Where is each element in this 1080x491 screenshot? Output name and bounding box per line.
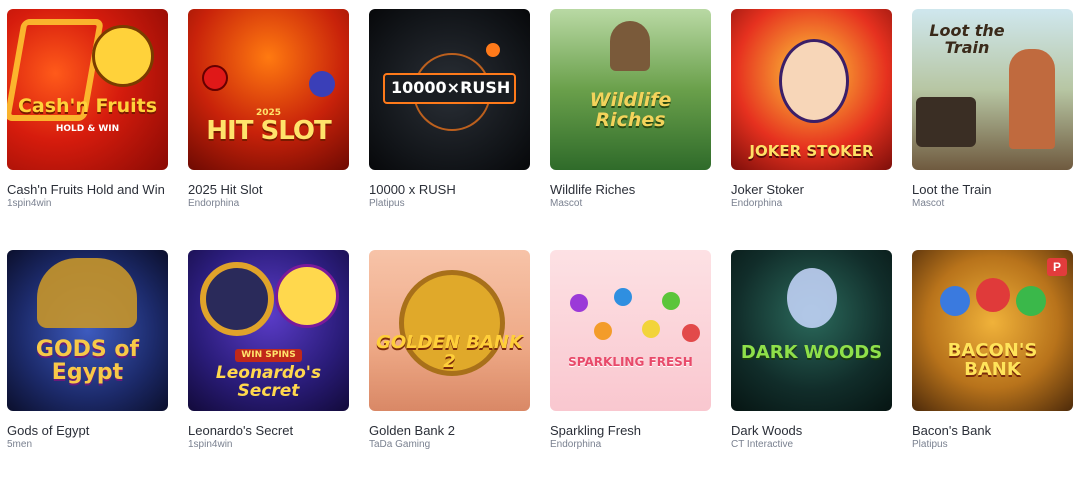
game-card[interactable]: GOLDEN BANK 2 Golden Bank 2 TaDa Gaming <box>369 250 530 491</box>
game-logo: Cash'n Fruits HOLD & WIN <box>17 95 158 134</box>
game-logo: 2025 HIT SLOT <box>206 108 331 147</box>
fruit-icon <box>570 294 588 312</box>
game-title[interactable]: Gods of Egypt <box>7 423 168 438</box>
game-card[interactable]: JOKER STOKER Joker Stoker Endorphina <box>731 9 892 250</box>
game-card[interactable]: 10000×RUSH 10000 x RUSH Platipus <box>369 9 530 250</box>
game-provider: Platipus <box>912 439 948 450</box>
gem-icon <box>200 262 274 336</box>
game-card[interactable]: GODS of Egypt Gods of Egypt 5men <box>7 250 168 491</box>
game-thumbnail[interactable]: GODS of Egypt <box>7 250 168 411</box>
game-card[interactable]: Wildlife Riches Wildlife Riches Mascot <box>550 9 711 250</box>
game-card[interactable]: WIN SPINS Leonardo's Secret Leonardo's S… <box>188 250 349 491</box>
game-title[interactable]: Wildlife Riches <box>550 182 711 197</box>
grape-icon <box>309 71 335 97</box>
game-card[interactable]: SPARKLING FRESH Sparkling Fresh Endorphi… <box>550 250 711 491</box>
strawberry-icon <box>682 324 700 342</box>
pig-icon <box>1016 286 1046 316</box>
game-logo: SPARKLING FRESH <box>568 355 693 369</box>
orange-dot-icon <box>486 43 500 57</box>
game-title[interactable]: 10000 x RUSH <box>369 182 530 197</box>
game-logo: DARK WOODS <box>740 342 883 363</box>
joker-icon <box>779 39 849 123</box>
game-title[interactable]: Joker Stoker <box>731 182 892 197</box>
pharaoh-icon <box>37 258 137 328</box>
apple-icon <box>662 292 680 310</box>
game-thumbnail[interactable]: Loot the Train <box>912 9 1073 170</box>
game-thumbnail[interactable]: SPARKLING FRESH <box>550 250 711 411</box>
game-card[interactable]: P BACON'S BANK Bacon's Bank Platipus <box>912 250 1073 491</box>
game-logo: GODS of Egypt <box>35 337 140 386</box>
game-logo: Loot the Train <box>929 21 1005 57</box>
mini-coin-icon <box>275 264 339 328</box>
pig-icon <box>976 278 1010 312</box>
game-title[interactable]: Dark Woods <box>731 423 892 438</box>
mini-coin-icon <box>92 25 154 87</box>
game-thumbnail[interactable]: JOKER STOKER <box>731 9 892 170</box>
game-thumbnail[interactable]: WIN SPINS Leonardo's Secret <box>188 250 349 411</box>
game-provider: 1spin4win <box>7 198 52 209</box>
game-thumbnail[interactable]: Wildlife Riches <box>550 9 711 170</box>
game-card[interactable]: 2025 HIT SLOT 2025 Hit Slot Endorphina <box>188 9 349 250</box>
game-grid: Cash'n Fruits HOLD & WIN Cash'n Fruits H… <box>7 9 1073 491</box>
game-thumbnail[interactable]: 2025 HIT SLOT <box>188 9 349 170</box>
pig-icon <box>940 286 970 316</box>
game-provider: Platipus <box>369 198 405 209</box>
game-provider: Endorphina <box>731 198 783 209</box>
game-logo: GOLDEN BANK 2 <box>376 332 523 372</box>
game-provider: Endorphina <box>550 439 602 450</box>
orange-icon <box>594 322 612 340</box>
game-provider: 5men <box>7 439 33 450</box>
game-provider: CT Interactive <box>731 439 794 450</box>
star-icon <box>614 288 632 306</box>
game-logo: WIN SPINS Leonardo's Secret <box>215 349 322 402</box>
game-title[interactable]: Golden Bank 2 <box>369 423 530 438</box>
game-provider: Mascot <box>550 198 583 209</box>
game-provider: Mascot <box>912 198 945 209</box>
game-logo: BACON'S BANK <box>947 340 1038 380</box>
game-provider: Endorphina <box>188 198 240 209</box>
game-title[interactable]: Bacon's Bank <box>912 423 1073 438</box>
train-icon <box>916 97 976 147</box>
deer-icon <box>610 21 650 71</box>
game-provider: 1spin4win <box>188 439 233 450</box>
game-card[interactable]: DARK WOODS Dark Woods CT Interactive <box>731 250 892 491</box>
fairy-icon <box>787 268 837 328</box>
game-thumbnail[interactable]: P BACON'S BANK <box>912 250 1073 411</box>
game-thumbnail[interactable]: DARK WOODS <box>731 250 892 411</box>
game-thumbnail[interactable]: Cash'n Fruits HOLD & WIN <box>7 9 168 170</box>
cherry-icon <box>202 65 228 91</box>
game-thumbnail[interactable]: GOLDEN BANK 2 <box>369 250 530 411</box>
game-title[interactable]: Cash'n Fruits Hold and Win <box>7 182 168 197</box>
game-logo: 10000×RUSH <box>383 73 516 104</box>
game-provider: TaDa Gaming <box>369 439 431 450</box>
game-title[interactable]: Leonardo's Secret <box>188 423 349 438</box>
game-card[interactable]: Loot the Train Loot the Train Mascot <box>912 9 1073 250</box>
game-card[interactable]: Cash'n Fruits HOLD & WIN Cash'n Fruits H… <box>7 9 168 250</box>
game-thumbnail[interactable]: 10000×RUSH <box>369 9 530 170</box>
game-title[interactable]: 2025 Hit Slot <box>188 182 349 197</box>
game-logo: Wildlife Riches <box>589 89 672 131</box>
provider-badge: P <box>1047 258 1067 276</box>
cowgirl-figure <box>1009 49 1055 149</box>
game-title[interactable]: Loot the Train <box>912 182 1073 197</box>
game-logo: JOKER STOKER <box>749 142 874 161</box>
game-title[interactable]: Sparkling Fresh <box>550 423 711 438</box>
lemon-icon <box>642 320 660 338</box>
